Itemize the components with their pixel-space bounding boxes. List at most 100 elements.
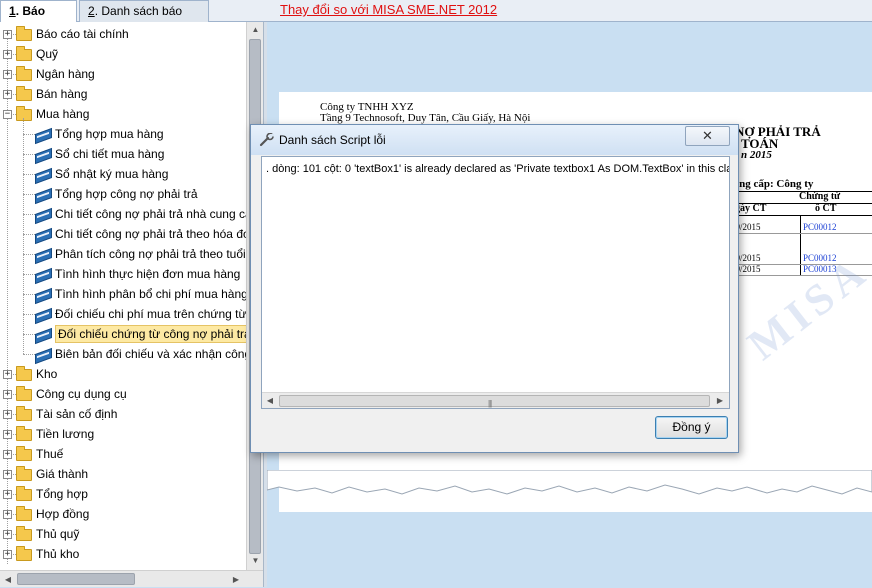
report-book-icon [35, 229, 51, 240]
close-button[interactable]: ✕ [685, 126, 730, 146]
folder-icon [16, 386, 32, 401]
report-book-icon [35, 129, 51, 140]
tree-folder[interactable]: + Tài sản cố định [0, 404, 246, 424]
message-hscroll-thumb[interactable]: ||| [279, 395, 710, 408]
tree-folder[interactable]: + Hợp đồng [0, 504, 246, 524]
scroll-up-arrow-icon[interactable]: ▲ [247, 22, 264, 38]
tree-connector [23, 174, 35, 175]
tree-folder[interactable]: + Thuế [0, 444, 246, 464]
tree-horizontal-scrollbar[interactable]: ◀ ▶ [0, 570, 263, 587]
tree-report-item[interactable]: Tình hình thực hiện đơn mua hàng [0, 264, 246, 284]
tree-folder[interactable]: + Tiền lương [0, 424, 246, 444]
tree-item-label: Thủ quỹ [36, 527, 80, 541]
tree-item-label: Phân tích công nợ phải trả theo tuổi n [55, 247, 246, 261]
expand-icon[interactable]: + [3, 450, 12, 459]
tree-report-item[interactable]: Tình hình phân bổ chi phí mua hàng [0, 284, 246, 304]
tree-connector [13, 114, 16, 115]
folder-icon [16, 526, 32, 541]
expand-icon[interactable]: + [3, 490, 12, 499]
scroll-left-arrow-icon[interactable]: ◀ [0, 571, 16, 588]
folder-icon [16, 406, 32, 421]
report-col-header-1: Chứng từ [799, 191, 841, 202]
expand-icon[interactable]: + [3, 510, 12, 519]
tree-item-label: Tổng hợp [36, 487, 88, 501]
expand-icon[interactable]: + [3, 470, 12, 479]
tree-folder[interactable]: + Ngân hàng [0, 64, 246, 84]
tree-folder[interactable]: + Báo cáo tài chính [0, 24, 246, 44]
expand-icon[interactable]: + [3, 530, 12, 539]
tree-report-item[interactable]: Sổ nhật ký mua hàng [0, 164, 246, 184]
dialog-titlebar[interactable]: Danh sách Script lỗi ✕ [251, 125, 738, 155]
tree-item-label: Giá thành [36, 467, 89, 481]
tree-hscroll-thumb[interactable] [17, 573, 135, 585]
tree-item-label: Kho [36, 367, 58, 381]
folder-icon [16, 66, 32, 81]
tree-item-label: Tình hình thực hiện đơn mua hàng [55, 267, 241, 281]
error-message-box[interactable]: . dòng: 101 cột: 0 'textBox1' is already… [261, 156, 730, 409]
tab-bao-cao[interactable]: 1. Báo cáo [0, 0, 77, 38]
tree-connector [23, 214, 35, 215]
ok-button[interactable]: Đồng ý [655, 416, 728, 439]
report-address: Tầng 9 Technosoft, Duy Tân, Cầu Giấy, Hà… [320, 112, 531, 124]
expand-icon[interactable]: + [3, 30, 12, 39]
tree-report-item[interactable]: Đối chiếu chi phí mua trên chứng từ [0, 304, 246, 324]
tree-item-label: Đối chiếu chi phí mua trên chứng từ [55, 307, 246, 321]
tree-connector [13, 394, 16, 395]
tree-item-label: Tổng hợp mua hàng [55, 127, 164, 141]
scroll-right-arrow-icon[interactable]: ▶ [228, 571, 244, 588]
tree-folder[interactable]: + Kho [0, 364, 246, 384]
report-book-icon [35, 269, 51, 280]
expand-icon[interactable]: + [3, 430, 12, 439]
tree-connector [23, 294, 35, 295]
expand-icon[interactable]: + [3, 390, 12, 399]
tree-connector [23, 274, 35, 275]
scroll-grip-icon: ||| [488, 399, 492, 408]
tree-folder[interactable]: + Bán hàng [0, 84, 246, 104]
tree-report-item[interactable]: Đối chiếu chứng từ công nợ phải trả v [0, 324, 246, 344]
tree-report-item[interactable]: Phân tích công nợ phải trả theo tuổi n [0, 244, 246, 264]
tree-report-item[interactable]: Tổng hợp mua hàng [0, 124, 246, 144]
changes-link[interactable]: Thay đổi so với MISA SME.NET 2012 [280, 2, 497, 17]
folder-icon [16, 86, 32, 101]
report-book-icon [35, 189, 51, 200]
expand-icon[interactable]: + [3, 90, 12, 99]
tree-report-item[interactable]: Chi tiết công nợ phải trả theo hóa đơn [0, 224, 246, 244]
tree-connector [23, 334, 35, 335]
tree-report-item[interactable]: Biên bản đối chiếu và xác nhận công [0, 344, 246, 364]
tree-item-label: Báo cáo tài chính [36, 27, 129, 41]
report-col-header-3: ố CT [815, 203, 837, 214]
report-row-doc[interactable]: PC00012 [803, 222, 837, 232]
message-horizontal-scrollbar[interactable]: ◀ ||| ▶ [262, 392, 729, 408]
collapse-icon[interactable]: − [3, 110, 12, 119]
tree-folder[interactable]: + Giá thành [0, 464, 246, 484]
top-tab-bar: 1. Báo cáo 2. Danh sách báo cáo Thay đổi… [0, 0, 872, 38]
tree-connector [23, 194, 35, 195]
tree-folder[interactable]: + Công cụ dụng cụ [0, 384, 246, 404]
expand-icon[interactable]: + [3, 550, 12, 559]
report-book-icon [35, 309, 51, 320]
report-book-icon [35, 249, 51, 260]
report-book-icon [35, 149, 51, 160]
scroll-right-arrow-icon[interactable]: ▶ [712, 393, 728, 408]
scroll-left-arrow-icon[interactable]: ◀ [262, 393, 278, 408]
tree-item-label: Công cụ dụng cụ [36, 387, 127, 401]
tree-folder[interactable]: + Thủ quỹ [0, 524, 246, 544]
tree-report-item[interactable]: Chi tiết công nợ phải trả nhà cung cấ [0, 204, 246, 224]
tree-report-item[interactable]: Sổ chi tiết mua hàng [0, 144, 246, 164]
expand-icon[interactable]: + [3, 70, 12, 79]
tree-folder[interactable]: + Quỹ [0, 44, 246, 64]
tree-report-item[interactable]: Tổng hợp công nợ phải trả [0, 184, 246, 204]
tree-folder[interactable]: + Thủ kho [0, 544, 246, 564]
tree-folder[interactable]: + Tổng hợp [0, 484, 246, 504]
report-tree: + Báo cáo tài chính + Quỹ + Ngân hàng + Bán hàn… [0, 22, 246, 570]
tree-connector [13, 454, 16, 455]
expand-icon[interactable]: + [3, 370, 12, 379]
tree-folder[interactable]: − Mua hàng [0, 104, 246, 124]
tab-danh-sach-bao-cao[interactable]: 2. Danh sách báo cáo [79, 0, 209, 38]
paper-torn-edge [267, 470, 872, 495]
scroll-down-arrow-icon[interactable]: ▼ [247, 553, 264, 569]
expand-icon[interactable]: + [3, 410, 12, 419]
folder-icon [16, 366, 32, 381]
expand-icon[interactable]: + [3, 50, 12, 59]
tree-item-label: Thuế [36, 447, 64, 461]
